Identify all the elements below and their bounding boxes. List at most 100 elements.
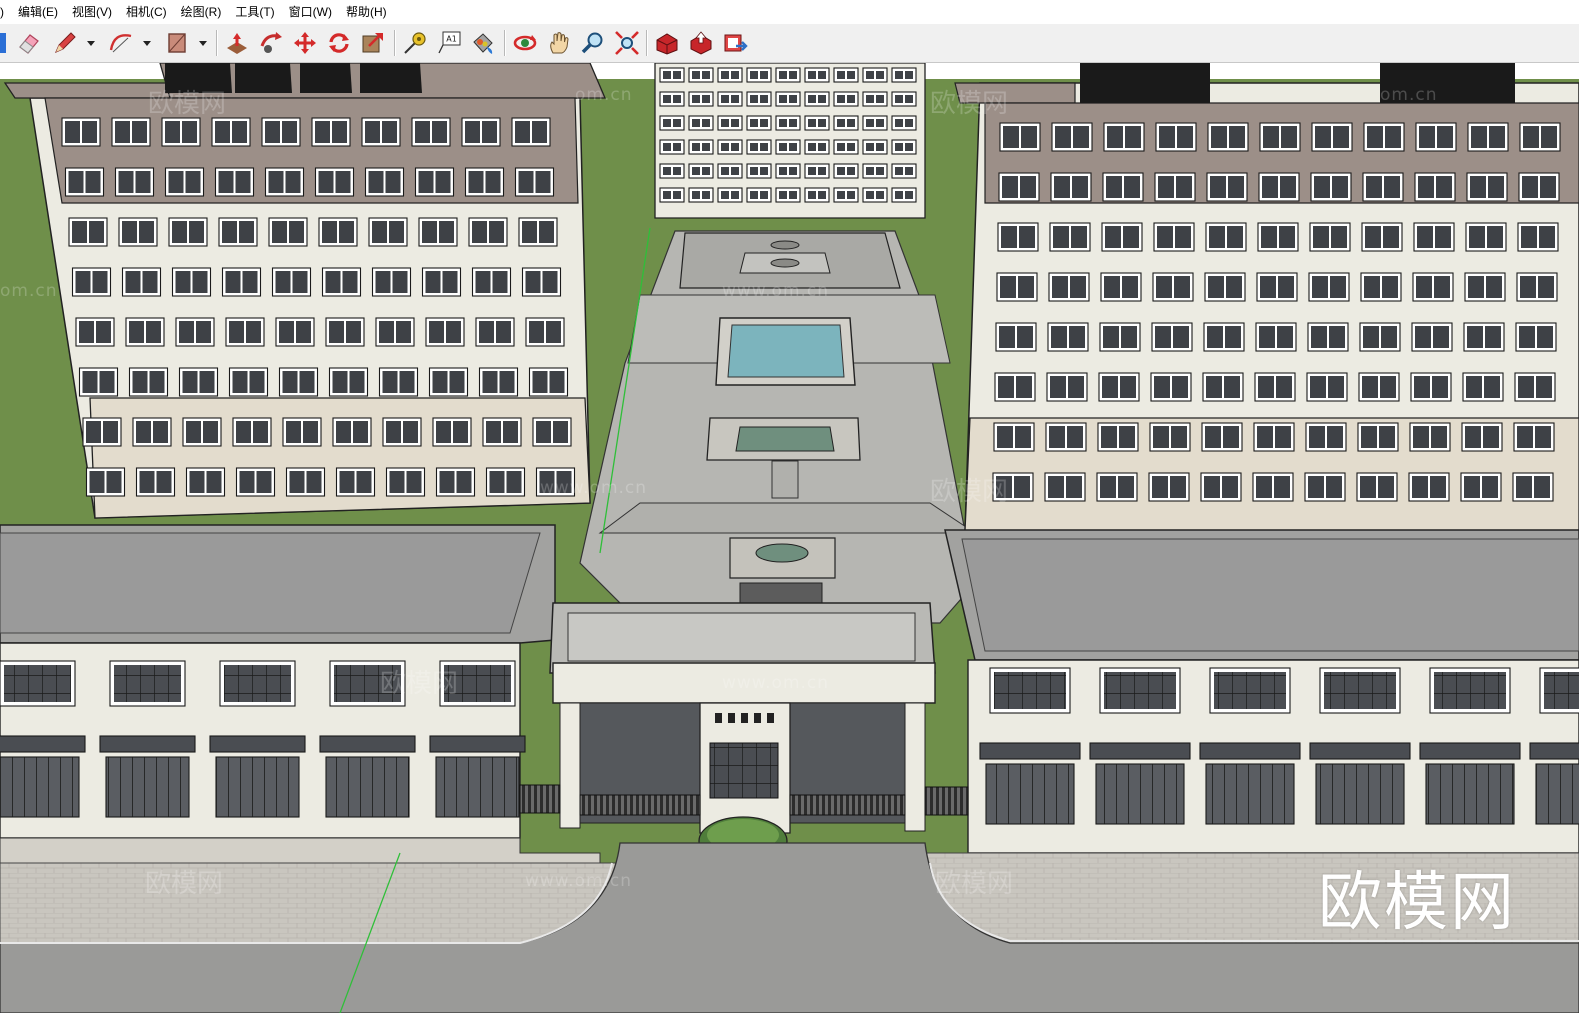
window-pane <box>721 143 729 151</box>
zoom-tool-button[interactable] <box>578 28 608 58</box>
pencil-dropdown-icon[interactable] <box>86 38 96 48</box>
window-pane <box>536 421 551 443</box>
window-pane <box>760 119 768 127</box>
eraser-tool-button[interactable] <box>14 28 44 58</box>
window-pane <box>282 371 298 393</box>
orbit-tool-button[interactable] <box>510 28 540 58</box>
menu-edit[interactable]: 编辑(E) <box>11 0 65 24</box>
move-tool-button[interactable] <box>290 28 320 58</box>
window-pane <box>89 221 104 243</box>
share-model-button[interactable] <box>686 28 716 58</box>
zoom-extents-tool-button[interactable] <box>612 28 642 58</box>
window-pane <box>249 371 265 393</box>
window-pane <box>1312 276 1328 298</box>
storefront <box>1425 763 1515 825</box>
window-pane <box>539 471 555 493</box>
menu-draw[interactable]: 绘图(R) <box>174 0 229 24</box>
window-pane <box>1120 376 1136 398</box>
window-pane <box>1413 426 1429 448</box>
arc-dropdown-icon[interactable] <box>142 38 152 48</box>
tape-measure-tool-button[interactable] <box>400 28 430 58</box>
window-pane <box>1519 326 1535 348</box>
menu-view[interactable]: 视图(V) <box>65 0 119 24</box>
rectangle-dropdown-icon[interactable] <box>198 38 208 48</box>
window-pane <box>1431 426 1447 448</box>
window-pane <box>1329 326 1345 348</box>
window-pane <box>789 143 797 151</box>
pan-tool-button[interactable] <box>544 28 574 58</box>
window-pane <box>1383 226 1399 248</box>
window-pane <box>1173 326 1189 348</box>
window-pane <box>1516 476 1532 498</box>
paint-bucket-tool-button[interactable] <box>468 28 498 58</box>
window-pane <box>721 95 729 103</box>
canopy <box>1309 742 1411 760</box>
window-pane <box>1327 426 1343 448</box>
window-pane <box>779 143 787 151</box>
window-pane <box>1520 276 1536 298</box>
window-pane <box>1366 176 1382 198</box>
rotate-tool-button[interactable] <box>324 28 354 58</box>
window-pane <box>296 321 311 343</box>
window-pane <box>1385 126 1401 148</box>
window-pane <box>215 121 230 143</box>
paint-bucket-icon <box>473 33 493 54</box>
push-pull-tool-button[interactable] <box>222 28 252 58</box>
window-pane <box>1313 226 1329 248</box>
upper-window-glass <box>1324 672 1396 709</box>
window-pane <box>199 371 215 393</box>
window-pane <box>339 221 354 243</box>
window-pane <box>425 271 441 293</box>
window-pane <box>1315 126 1331 148</box>
scale-tool-button[interactable] <box>358 28 388 58</box>
menu-file[interactable]: ) <box>0 0 11 24</box>
window-pane <box>432 371 448 393</box>
follow-me-tool-button[interactable] <box>256 28 286 58</box>
menu-camera[interactable]: 相机(C) <box>119 0 174 24</box>
select-tool-button[interactable] <box>0 28 12 58</box>
storefront <box>1535 763 1579 825</box>
window-pane <box>1048 476 1064 498</box>
brand-watermark: 欧模网 <box>1318 866 1516 940</box>
storefront <box>1205 763 1295 825</box>
window-pane <box>339 471 355 493</box>
window-pane <box>468 171 484 193</box>
window-pane <box>1175 226 1191 248</box>
window-pane <box>446 321 461 343</box>
window-pane <box>75 271 91 293</box>
window-pane <box>1538 276 1554 298</box>
window-pane <box>1211 126 1227 148</box>
window-pane <box>1125 126 1141 148</box>
menu-window[interactable]: 窗口(W) <box>282 0 339 24</box>
window-pane <box>1482 476 1498 498</box>
extension-warehouse-button[interactable] <box>720 28 750 58</box>
model-viewport[interactable]: 欧模网 om.cn 欧模网 om.cn om.cn www.om.cn www.… <box>0 63 1579 1013</box>
window-pane <box>1020 176 1036 198</box>
rectangle-tool-button[interactable] <box>162 28 192 58</box>
pencil-tool-button[interactable] <box>50 28 80 58</box>
text-tool-button[interactable]: A1 <box>434 28 464 58</box>
storefront <box>435 756 520 818</box>
window-pane <box>189 471 205 493</box>
window-pane <box>332 371 348 393</box>
window-pane <box>1156 276 1172 298</box>
window-pane <box>1381 326 1397 348</box>
window-pane <box>1277 326 1293 348</box>
window-pane <box>760 167 768 175</box>
window-pane <box>673 191 681 199</box>
window-pane <box>553 421 568 443</box>
window-pane <box>1328 376 1344 398</box>
window-pane <box>1367 126 1383 148</box>
menu-tools[interactable]: 工具(T) <box>228 0 281 24</box>
window-pane <box>246 321 261 343</box>
window-pane <box>866 95 874 103</box>
window-pane <box>1361 426 1377 448</box>
arc-tool-button[interactable] <box>106 28 136 58</box>
warehouse-button[interactable] <box>652 28 682 58</box>
window-pane <box>837 71 845 79</box>
window-pane <box>1314 176 1330 198</box>
menu-help[interactable]: 帮助(H) <box>339 0 394 24</box>
window-pane <box>432 121 447 143</box>
window-pane <box>129 321 144 343</box>
window-pane <box>1015 426 1031 448</box>
